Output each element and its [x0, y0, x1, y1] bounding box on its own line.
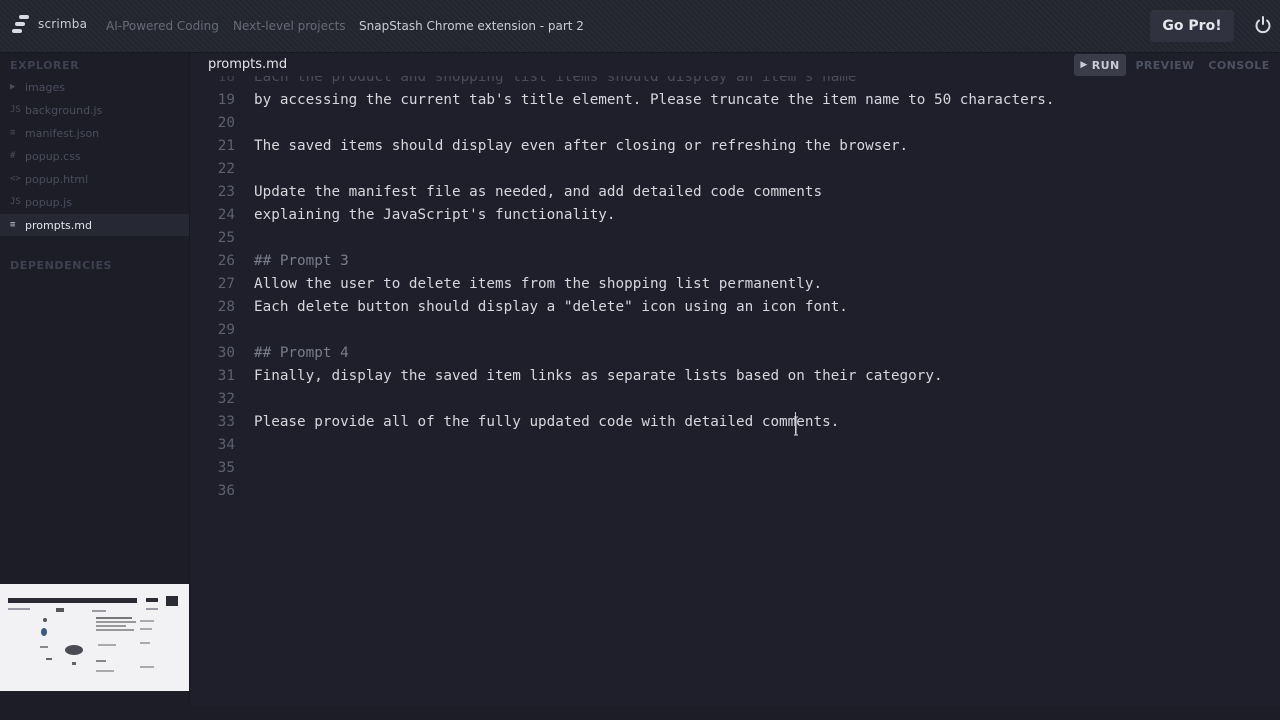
line-number: 18	[217, 76, 235, 85]
run-button[interactable]: ▶ RUN	[1074, 54, 1126, 76]
explorer-heading: EXPLORER	[10, 59, 80, 72]
line-number: 27	[217, 276, 235, 292]
code-editor[interactable]: 18 Each the product and shopping list ite…	[190, 76, 1280, 706]
sidebar-file-name: manifest.json	[25, 126, 100, 140]
line-number: 24	[217, 207, 235, 223]
console-button[interactable]: CONSOLE	[1208, 54, 1270, 76]
play-icon: ▶	[1080, 60, 1088, 70]
scrimba-logo[interactable]: scrimba	[12, 15, 87, 33]
top-bar: scrimba AI-Powered Coding Next-level pro…	[0, 0, 1280, 53]
mouse-ibeam-icon	[793, 416, 799, 436]
line-number: 23	[217, 184, 235, 200]
line-number: 30	[217, 345, 235, 361]
dependencies-heading[interactable]: DEPENDENCIES	[10, 259, 112, 272]
line-number: 29	[217, 322, 235, 338]
file-tab-title[interactable]: prompts.md	[208, 57, 287, 72]
sidebar-file-item[interactable]: # popup.css	[0, 145, 189, 167]
sidebar-file-name: background.js	[25, 103, 103, 117]
breadcrumb-lesson: SnapStash Chrome extension - part 2	[359, 19, 584, 33]
line-number: 35	[217, 460, 235, 476]
file-type-icon: ≡	[10, 220, 16, 230]
logo-text: scrimba	[38, 17, 88, 31]
sidebar-file-name: popup.js	[25, 195, 72, 209]
file-type-icon: JS	[10, 197, 21, 207]
run-label: RUN	[1091, 58, 1120, 72]
sidebar-file-item[interactable]: <> popup.html	[0, 168, 189, 190]
file-type-icon: JS	[10, 105, 21, 115]
sidebar-file-item[interactable]: ≡ manifest.json	[0, 122, 189, 144]
line-number: 34	[217, 437, 235, 453]
line-number: 22	[217, 161, 235, 177]
line-number: 31	[217, 368, 235, 384]
file-type-icon: <>	[10, 174, 21, 184]
bottom-controls-strip	[0, 706, 1280, 720]
breadcrumb-course[interactable]: AI-Powered Coding	[106, 19, 219, 33]
code-line[interactable]: Finally, display the saved item links as…	[254, 368, 943, 384]
code-line[interactable]: explaining the JavaScript's functionalit…	[254, 207, 616, 223]
line-number: 20	[217, 115, 235, 131]
sidebar-file-name: popup.css	[25, 149, 81, 163]
code-line[interactable]: Each delete button should display a "del…	[254, 299, 848, 315]
sidebar-file-name: images	[25, 80, 65, 94]
code-line[interactable]: ## Prompt 3	[254, 253, 349, 269]
file-type-icon: #	[10, 151, 16, 161]
line-number: 25	[217, 230, 235, 246]
sidebar-file-name: popup.html	[25, 172, 89, 186]
line-number: 26	[217, 253, 235, 269]
line-number: 19	[217, 92, 235, 108]
code-line[interactable]: Update the manifest file as needed, and …	[254, 184, 822, 200]
line-number: 21	[217, 138, 235, 154]
line-number: 28	[217, 299, 235, 315]
code-line[interactable]: Each the product and shopping list items…	[254, 76, 857, 85]
code-line[interactable]: ## Prompt 4	[254, 345, 349, 361]
sidebar-file-item[interactable]: ≡ prompts.md	[0, 214, 189, 236]
video-preview-thumbnail[interactable]	[0, 584, 189, 691]
scrimba-logo-icon	[12, 15, 30, 33]
sidebar-file-item[interactable]: JS background.js	[0, 99, 189, 121]
line-number: 36	[217, 483, 235, 499]
file-type-icon: ≡	[10, 128, 16, 138]
line-number: 33	[217, 414, 235, 430]
preview-button[interactable]: PREVIEW	[1133, 54, 1197, 76]
go-pro-button[interactable]: Go Pro!	[1150, 10, 1234, 42]
sidebar-file-name: prompts.md	[25, 218, 92, 232]
sidebar-file-item[interactable]: ▶ images	[0, 76, 189, 98]
line-number: 32	[217, 391, 235, 407]
file-type-icon: ▶	[10, 82, 16, 92]
code-line[interactable]: The saved items should display even afte…	[254, 138, 908, 154]
power-icon[interactable]	[1252, 14, 1274, 36]
code-line[interactable]: Please provide all of the fully updated …	[254, 414, 839, 430]
code-line[interactable]: by accessing the current tab's title ele…	[254, 92, 1055, 108]
sidebar-file-item[interactable]: JS popup.js	[0, 191, 189, 213]
breadcrumb-section[interactable]: Next-level projects	[233, 19, 346, 33]
code-line[interactable]: Allow the user to delete items from the …	[254, 276, 822, 292]
